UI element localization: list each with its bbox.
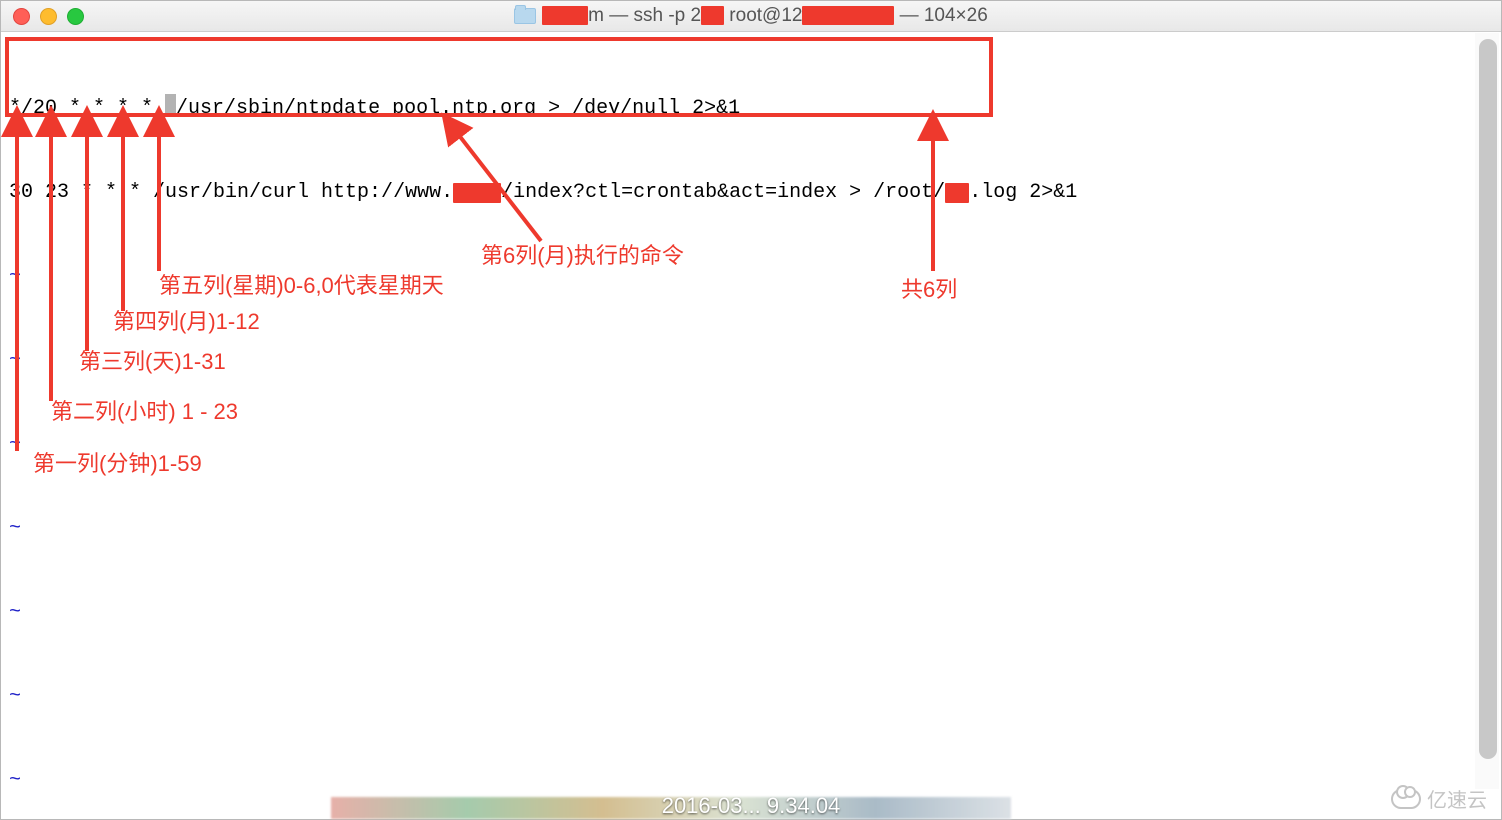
- line2-seg3: .log 2>&1: [969, 181, 1077, 204]
- title-ssh: m — ssh -p 2: [588, 5, 701, 26]
- vim-tilde: ~: [9, 515, 1493, 543]
- terminal-body[interactable]: */20 * * * * /usr/sbin/ntpdate pool.ntp.…: [1, 32, 1501, 820]
- cursor-icon: [165, 94, 176, 116]
- redacted-text: ■■■■■■■■: [802, 6, 894, 25]
- watermark: 亿速云: [1391, 784, 1487, 813]
- title-dims: — 104×26: [894, 5, 988, 26]
- line2-seg2: /index?ctl=crontab&act=index > /root/: [501, 181, 945, 204]
- window-controls: [13, 8, 84, 25]
- redacted-text: ■■■■: [542, 6, 588, 25]
- vim-tilde: ~: [9, 599, 1493, 627]
- line1-after: /usr/sbin/ntpdate pool.ntp.org > /dev/nu…: [176, 97, 740, 120]
- redacted-text: ■■■■: [453, 183, 501, 203]
- redacted-text: ■■: [701, 6, 724, 25]
- minimize-icon[interactable]: [40, 8, 57, 25]
- watermark-text: 亿速云: [1427, 784, 1487, 813]
- line1-before: */20 * * * *: [9, 97, 165, 120]
- line2-seg1: 30 23 * * * /usr/bin/curl http://www.: [9, 181, 453, 204]
- terminal-window: ■■■■m — ssh -p 2■■ root@12■■■■■■■■ — 104…: [0, 0, 1502, 820]
- title-user-host: root@12: [724, 5, 802, 26]
- folder-icon: [514, 8, 536, 24]
- close-icon[interactable]: [13, 8, 30, 25]
- window-title: ■■■■m — ssh -p 2■■ root@12■■■■■■■■ — 104…: [1, 5, 1501, 27]
- vim-tilde: ~: [9, 431, 1493, 459]
- vim-tilde: ~: [9, 263, 1493, 291]
- scrollbar-thumb[interactable]: [1479, 39, 1497, 759]
- titlebar: ■■■■m — ssh -p 2■■ root@12■■■■■■■■ — 104…: [1, 1, 1501, 32]
- dock-timestamp: 2016-03... 9.34.04: [662, 793, 841, 819]
- cloud-icon: [1391, 789, 1421, 809]
- vim-tilde: ~: [9, 347, 1493, 375]
- crontab-line-1: */20 * * * * /usr/sbin/ntpdate pool.ntp.…: [9, 94, 1493, 123]
- maximize-icon[interactable]: [67, 8, 84, 25]
- crontab-line-2: 30 23 * * * /usr/bin/curl http://www.■■■…: [9, 179, 1493, 207]
- vim-tilde: ~: [9, 767, 1493, 795]
- vim-tilde: ~: [9, 683, 1493, 711]
- redacted-text: ■■: [945, 183, 969, 203]
